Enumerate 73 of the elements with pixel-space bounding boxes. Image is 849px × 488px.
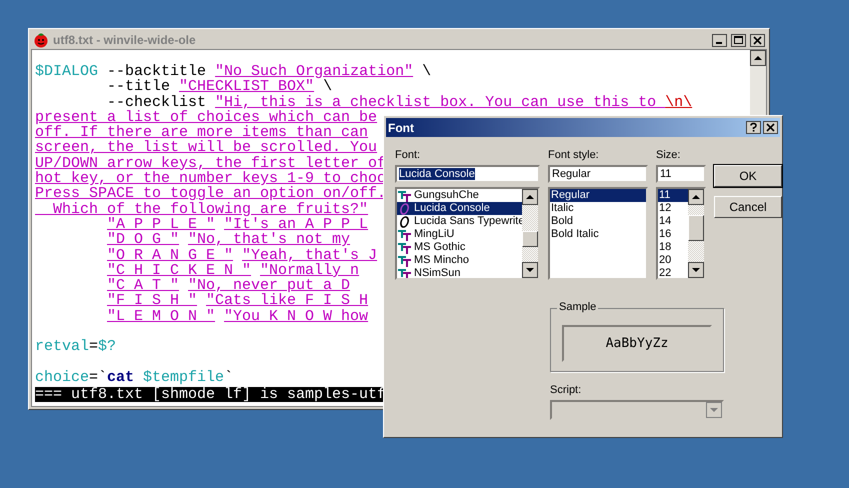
code-line: $DIALOG --backtitle "No Such Organization" \	[35, 64, 432, 80]
close-icon[interactable]	[763, 121, 778, 134]
style-list-item[interactable]: Bold	[550, 215, 646, 228]
code-line: "D O G " "No, that's not my	[106, 232, 350, 248]
scroll-down-icon[interactable]	[688, 262, 704, 278]
code-line: Press SPACE to toggle an option on/off.	[35, 186, 386, 202]
sample-text: AaBbYyZz	[562, 324, 712, 362]
scroll-thumb[interactable]	[522, 230, 538, 247]
style-list-item[interactable]: Bold Italic	[550, 228, 646, 241]
code-line: --checklist "Hi, this is a checklist box. You can use this to \n\	[106, 94, 692, 110]
style-list-item[interactable]: Italic	[550, 202, 646, 215]
truetype-icon	[398, 254, 411, 266]
scroll-up-icon[interactable]	[688, 189, 704, 205]
size-list-item[interactable]: 14	[658, 215, 688, 228]
font-size-list[interactable]: 11 12 14 16 18 20 22	[656, 187, 706, 280]
font-style-field[interactable]: Regular	[548, 165, 648, 183]
minimize-icon[interactable]	[712, 34, 727, 46]
window-title: utf8.txt - winvile-wide-ole	[53, 33, 197, 47]
font-list-item[interactable]: MS Mincho	[397, 254, 522, 267]
dialog-button[interactable]: Cancel	[714, 196, 782, 218]
size-list-item[interactable]: 18	[658, 241, 688, 254]
help-icon[interactable]	[746, 121, 761, 134]
code-line: off. If there are more items than can	[35, 125, 368, 140]
font-list-item[interactable]: GungsuhChe	[397, 189, 522, 202]
code-line: screen, the list will be scrolled. You	[35, 140, 378, 156]
font-size-field[interactable]: 11	[656, 165, 706, 183]
scroll-up-icon[interactable]	[522, 189, 538, 205]
font-list-item[interactable]: NSimSun	[397, 267, 522, 278]
opentype-icon	[398, 202, 411, 214]
font-style-list[interactable]: Regular Italic Bold Bold Italic	[548, 187, 648, 280]
code-line: choice=`cat $tempfile`	[35, 370, 234, 386]
size-list-item[interactable]: 16	[658, 228, 688, 241]
field-label: Size:	[656, 149, 682, 163]
scrollbar[interactable]	[522, 189, 538, 278]
font-name-field[interactable]: Lucida Console	[395, 165, 540, 183]
field-label: Script:	[550, 384, 582, 398]
code-line: Which of the following are fruits?"	[52, 202, 368, 217]
scroll-thumb[interactable]	[688, 215, 704, 242]
field-label: Font style:	[548, 149, 600, 163]
code-line: "C A T " "No, never put a D	[106, 278, 350, 294]
scrollbar[interactable]	[688, 189, 704, 278]
dialog-button[interactable]: OK	[714, 165, 782, 187]
group-label: Sample	[557, 301, 598, 313]
font-list[interactable]: GungsuhChe Lucida Console Lucida Sans Typewrite MingLiU MS Gothic MS Mincho NSimSun	[395, 187, 540, 280]
size-list-item[interactable]: 11	[658, 189, 688, 202]
opentype-icon	[398, 216, 411, 228]
close-icon[interactable]	[750, 34, 765, 46]
scroll-up-icon[interactable]	[750, 50, 766, 66]
dialog-title: Font	[388, 120, 415, 134]
font-list-item[interactable]: Lucida Console	[397, 202, 522, 215]
field-label: Font:	[395, 149, 422, 163]
code-line: "O R A N G E " "Yeah, that's J	[106, 248, 378, 263]
code-line: "F I S H " "Cats like F I S H	[106, 293, 368, 309]
code-line: "L E M O N " "You K N O W how	[106, 308, 368, 324]
font-list-item[interactable]: Lucida Sans Typewrite	[397, 215, 524, 228]
code-line: --title "CHECKLIST BOX" \	[106, 79, 332, 95]
truetype-icon	[398, 268, 411, 278]
size-list-item[interactable]: 22	[658, 267, 688, 278]
maximize-icon[interactable]	[731, 34, 746, 46]
tomato-icon	[33, 32, 49, 48]
size-list-item[interactable]: 20	[658, 254, 688, 267]
code-line: retval=$?	[35, 339, 116, 355]
code-line: "C H I C K E N " "Normally n	[106, 262, 360, 278]
style-list-item[interactable]: Regular	[550, 189, 646, 202]
code-line: present a list of choices which can be	[35, 110, 378, 126]
truetype-icon	[398, 228, 411, 240]
truetype-icon	[398, 190, 411, 202]
code-line: "A P P L E " "It's an A P P L	[106, 216, 368, 232]
font-list-item[interactable]: MS Gothic	[397, 241, 522, 254]
font-list-item[interactable]: MingLiU	[397, 228, 522, 241]
scroll-down-icon[interactable]	[522, 262, 538, 278]
truetype-icon	[398, 242, 411, 254]
size-list-item[interactable]: 12	[658, 202, 688, 215]
